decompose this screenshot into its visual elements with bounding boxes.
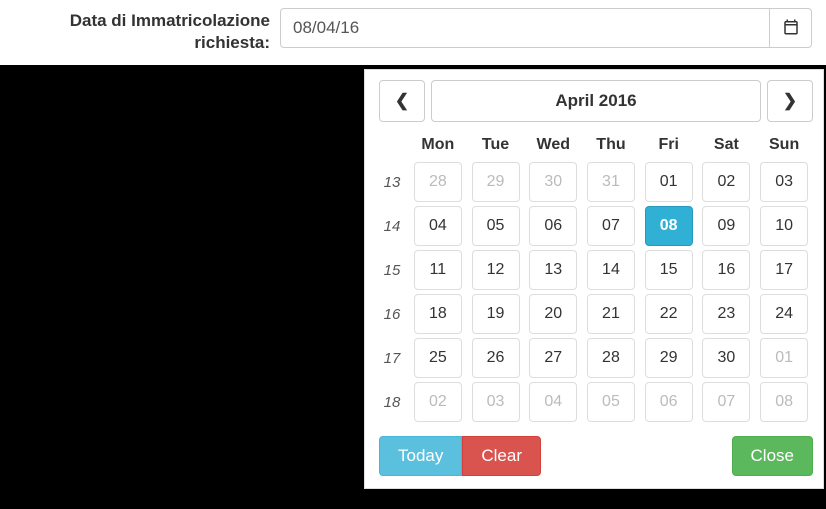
day-cell[interactable]: 29 — [472, 162, 520, 202]
week-number: 16 — [375, 292, 409, 336]
day-cell[interactable]: 06 — [529, 206, 577, 246]
datepicker: ❮ April 2016 ❯ MonTueWedThuFriSatSun 132… — [364, 69, 824, 489]
day-cell[interactable]: 16 — [702, 250, 750, 290]
day-cell[interactable]: 18 — [414, 294, 462, 334]
close-button[interactable]: Close — [732, 436, 813, 476]
day-cell[interactable]: 02 — [702, 162, 750, 202]
day-cell[interactable]: 05 — [587, 382, 635, 422]
calendar-row: 1511121314151617 — [375, 248, 813, 292]
chevron-left-icon: ❮ — [395, 91, 409, 111]
day-cell[interactable]: 05 — [472, 206, 520, 246]
calendar-table: MonTueWedThuFriSatSun 132829303101020314… — [375, 130, 813, 424]
day-cell[interactable]: 29 — [645, 338, 693, 378]
day-cell[interactable]: 01 — [760, 338, 808, 378]
day-cell[interactable]: 10 — [760, 206, 808, 246]
datepicker-header: ❮ April 2016 ❯ — [375, 80, 813, 122]
month-year-button[interactable]: April 2016 — [431, 80, 761, 122]
day-cell[interactable]: 04 — [414, 206, 462, 246]
calendar-row: 1404050607080910 — [375, 204, 813, 248]
day-cell[interactable]: 21 — [587, 294, 635, 334]
calendar-row: 1725262728293001 — [375, 336, 813, 380]
week-number: 13 — [375, 160, 409, 204]
day-cell[interactable]: 20 — [529, 294, 577, 334]
day-cell[interactable]: 19 — [472, 294, 520, 334]
prev-month-button[interactable]: ❮ — [379, 80, 425, 122]
date-input[interactable] — [280, 8, 770, 48]
weekday-header: Mon — [409, 130, 467, 160]
day-cell[interactable]: 14 — [587, 250, 635, 290]
week-number: 14 — [375, 204, 409, 248]
date-input-group — [280, 8, 812, 48]
date-label: Data di Immatricolazione richiesta: — [0, 0, 280, 54]
day-cell[interactable]: 28 — [414, 162, 462, 202]
day-cell[interactable]: 22 — [645, 294, 693, 334]
week-number: 17 — [375, 336, 409, 380]
calendar-icon — [782, 18, 800, 39]
calendar-row: 1802030405060708 — [375, 380, 813, 424]
day-cell[interactable]: 07 — [702, 382, 750, 422]
day-cell[interactable]: 03 — [472, 382, 520, 422]
day-cell[interactable]: 30 — [702, 338, 750, 378]
day-cell[interactable]: 17 — [760, 250, 808, 290]
form-row: Data di Immatricolazione richiesta: — [0, 0, 826, 65]
chevron-right-icon: ❯ — [783, 91, 797, 111]
week-number: 18 — [375, 380, 409, 424]
day-cell[interactable]: 08 — [645, 206, 693, 246]
week-number: 15 — [375, 248, 409, 292]
next-month-button[interactable]: ❯ — [767, 80, 813, 122]
day-cell[interactable]: 23 — [702, 294, 750, 334]
weekday-header: Thu — [582, 130, 640, 160]
day-cell[interactable]: 09 — [702, 206, 750, 246]
weekday-header: Tue — [467, 130, 525, 160]
day-cell[interactable]: 06 — [645, 382, 693, 422]
day-cell[interactable]: 15 — [645, 250, 693, 290]
day-cell[interactable]: 30 — [529, 162, 577, 202]
datepicker-footer: Today Clear Close — [375, 436, 813, 476]
day-cell[interactable]: 28 — [587, 338, 635, 378]
calendar-row: 1328293031010203 — [375, 160, 813, 204]
day-cell[interactable]: 01 — [645, 162, 693, 202]
day-cell[interactable]: 25 — [414, 338, 462, 378]
day-cell[interactable]: 26 — [472, 338, 520, 378]
day-cell[interactable]: 24 — [760, 294, 808, 334]
day-cell[interactable]: 27 — [529, 338, 577, 378]
day-cell[interactable]: 03 — [760, 162, 808, 202]
day-cell[interactable]: 11 — [414, 250, 462, 290]
day-cell[interactable]: 07 — [587, 206, 635, 246]
day-cell[interactable]: 08 — [760, 382, 808, 422]
day-cell[interactable]: 12 — [472, 250, 520, 290]
weekday-header: Wed — [524, 130, 582, 160]
weekday-header: Fri — [640, 130, 698, 160]
day-cell[interactable]: 04 — [529, 382, 577, 422]
clear-button[interactable]: Clear — [462, 436, 541, 476]
calendar-button[interactable] — [770, 8, 812, 48]
day-cell[interactable]: 31 — [587, 162, 635, 202]
weekday-header: Sat — [698, 130, 756, 160]
weekday-header: Sun — [755, 130, 813, 160]
day-cell[interactable]: 13 — [529, 250, 577, 290]
day-cell[interactable]: 02 — [414, 382, 462, 422]
calendar-row: 1618192021222324 — [375, 292, 813, 336]
today-button[interactable]: Today — [379, 436, 462, 476]
